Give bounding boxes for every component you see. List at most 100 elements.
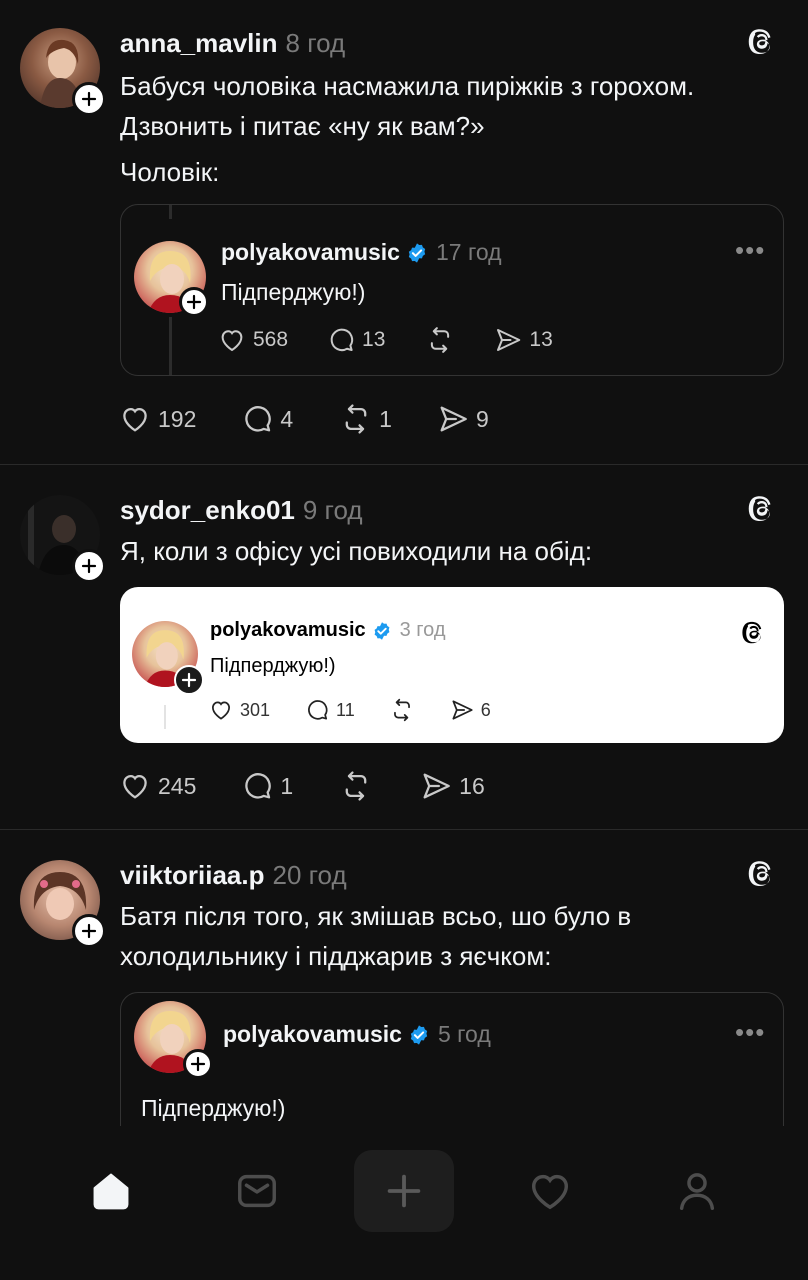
quoted-header: polyakovamusic 17 год bbox=[221, 239, 502, 266]
post-actions: 192 4 1 9 bbox=[118, 402, 489, 436]
thread-line bbox=[169, 205, 172, 219]
repost-icon bbox=[345, 404, 367, 434]
reply-button[interactable]: 13 bbox=[326, 325, 385, 355]
more-options-icon[interactable]: ••• bbox=[735, 235, 765, 266]
reply-count: 11 bbox=[336, 699, 355, 720]
quoted-time: 3 год bbox=[399, 619, 446, 641]
follow-button[interactable] bbox=[72, 549, 106, 583]
tab-create[interactable] bbox=[354, 1150, 454, 1232]
like-count: 568 bbox=[253, 328, 289, 351]
like-button[interactable]: 245 bbox=[118, 769, 196, 803]
tab-profile[interactable] bbox=[647, 1150, 747, 1232]
home-icon bbox=[93, 1173, 129, 1210]
reply-button[interactable]: 11 bbox=[304, 697, 355, 723]
reply-count: 4 bbox=[280, 405, 294, 432]
like-count: 192 bbox=[158, 405, 197, 432]
send-icon bbox=[452, 700, 473, 720]
tab-home[interactable] bbox=[61, 1150, 161, 1232]
comment-icon bbox=[308, 700, 328, 720]
repost-button[interactable]: 1 bbox=[339, 402, 392, 436]
post-text-line: Я, коли з офісу усі повиходили на обід: bbox=[120, 536, 593, 566]
post-text-line: Дзвонить і питає «ну як вам?» bbox=[120, 111, 485, 141]
quoted-actions: 568 13 13 bbox=[217, 325, 553, 355]
quoted-post[interactable]: polyakovamusic 3 год Підперджую!) 301 11… bbox=[120, 587, 784, 743]
quoted-header: polyakovamusic 3 год bbox=[210, 619, 446, 642]
repost-button[interactable] bbox=[389, 697, 415, 723]
quoted-text: Підперджую!) bbox=[210, 655, 336, 677]
share-count: 6 bbox=[480, 699, 491, 720]
post-text: Я, коли з офісу усі повиходили на обід: bbox=[120, 531, 592, 571]
threads-logo-icon[interactable] bbox=[740, 619, 766, 645]
heart-icon bbox=[212, 701, 230, 720]
quoted-username[interactable]: polyakovamusic bbox=[223, 1021, 402, 1048]
send-icon bbox=[440, 406, 467, 432]
share-button[interactable]: 6 bbox=[449, 697, 491, 723]
username[interactable]: anna_mavlin bbox=[120, 28, 278, 58]
username[interactable]: sydor_enko01 bbox=[120, 495, 295, 525]
reply-button[interactable]: 4 bbox=[240, 402, 293, 436]
send-icon bbox=[423, 773, 451, 799]
repost-button[interactable] bbox=[339, 769, 373, 803]
tab-activity[interactable] bbox=[500, 1150, 600, 1232]
comment-icon bbox=[245, 773, 272, 799]
post-header: sydor_enko01 9 год bbox=[120, 495, 363, 526]
post: viiktoriiaa.p 20 год Батя після того, як … bbox=[0, 830, 808, 1192]
follow-button[interactable] bbox=[174, 665, 204, 695]
post: sydor_enko01 9 год Я, коли з офісу усі по… bbox=[0, 465, 808, 829]
inbox-icon bbox=[238, 1174, 276, 1208]
repost-count: 1 bbox=[379, 405, 392, 432]
repost-icon bbox=[345, 771, 367, 801]
post-text-line: холодильнику і підджарив з яєчком: bbox=[120, 941, 552, 971]
post-text: Бабуся чоловіка насмажила пиріжків з гор… bbox=[120, 66, 694, 192]
post: anna_mavlin 8 год Бабуся чоловіка насмажи… bbox=[0, 0, 808, 464]
like-button[interactable]: 568 bbox=[217, 325, 288, 355]
comment-icon bbox=[245, 406, 272, 432]
thread-line bbox=[169, 317, 172, 375]
repost-button[interactable] bbox=[425, 325, 455, 355]
tab-inbox[interactable] bbox=[207, 1150, 307, 1232]
threads-logo-icon[interactable] bbox=[746, 493, 776, 523]
comment-icon bbox=[330, 328, 354, 352]
heart-icon bbox=[123, 407, 147, 432]
heart-icon bbox=[123, 774, 147, 799]
follow-button[interactable] bbox=[183, 1049, 213, 1079]
activity-heart-icon bbox=[531, 1174, 569, 1210]
heart-icon bbox=[221, 330, 243, 352]
quoted-time: 17 год bbox=[435, 239, 502, 265]
quoted-username[interactable]: polyakovamusic bbox=[221, 239, 400, 266]
share-button[interactable]: 9 bbox=[436, 402, 489, 436]
share-button[interactable]: 13 bbox=[493, 325, 553, 355]
post-header: anna_mavlin 8 год bbox=[120, 28, 345, 59]
post-actions: 245 1 16 bbox=[118, 769, 485, 803]
like-count: 301 bbox=[240, 699, 271, 720]
send-icon bbox=[497, 329, 521, 351]
share-button[interactable]: 16 bbox=[419, 769, 485, 803]
threads-logo-icon[interactable] bbox=[746, 858, 776, 888]
threads-logo-icon[interactable] bbox=[746, 26, 776, 56]
verified-badge-icon bbox=[408, 242, 426, 263]
follow-button[interactable] bbox=[72, 82, 106, 116]
like-button[interactable]: 192 bbox=[118, 402, 196, 436]
thread-line bbox=[164, 705, 166, 729]
repost-icon bbox=[431, 327, 450, 353]
profile-icon bbox=[679, 1173, 715, 1210]
post-text-line: Батя після того, як змішав всьо, шо було… bbox=[120, 901, 632, 931]
share-count: 9 bbox=[475, 405, 489, 432]
verified-badge-icon bbox=[374, 621, 390, 640]
verified-badge-icon bbox=[410, 1024, 428, 1045]
follow-button[interactable] bbox=[72, 914, 106, 948]
quoted-text: Підперджую!) bbox=[141, 1095, 286, 1121]
like-button[interactable]: 301 bbox=[208, 697, 270, 723]
create-icon bbox=[387, 1174, 421, 1208]
quoted-header: polyakovamusic 5 год bbox=[223, 1021, 491, 1048]
share-count: 16 bbox=[459, 772, 485, 799]
post-time: 20 год bbox=[272, 860, 347, 890]
more-options-icon[interactable]: ••• bbox=[735, 1017, 765, 1048]
reply-button[interactable]: 1 bbox=[240, 769, 293, 803]
username[interactable]: viiktoriiaa.p bbox=[120, 860, 265, 890]
quoted-post[interactable]: polyakovamusic 17 год ••• Підперджую!) 5… bbox=[120, 204, 784, 376]
bottom-tab-bar bbox=[0, 1126, 808, 1280]
follow-button[interactable] bbox=[179, 287, 209, 317]
quoted-username[interactable]: polyakovamusic bbox=[210, 619, 366, 642]
like-count: 245 bbox=[158, 772, 197, 799]
